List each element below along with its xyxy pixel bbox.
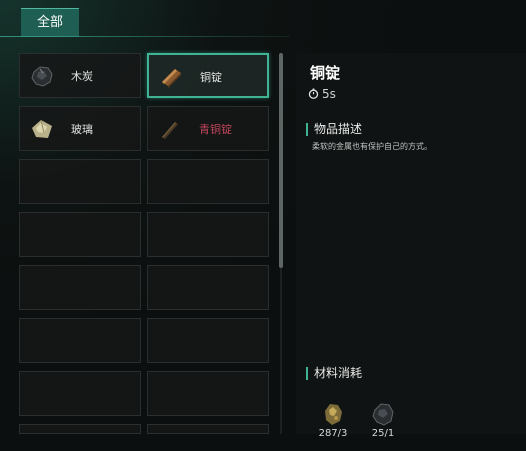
item-label-copper-ingot: 铜锭: [200, 71, 222, 84]
bronze-ingot-icon: [162, 122, 178, 139]
craft-time: 5s: [308, 87, 336, 101]
detail-title: 铜锭: [310, 64, 341, 82]
item-label-charcoal: 木炭: [71, 70, 93, 83]
copper-ingot-icon: [162, 69, 181, 88]
item-description: 柔软的金属也有保护自己的方式。: [312, 142, 432, 151]
copper-ore-icon: [325, 404, 342, 425]
empty-slot[interactable]: [147, 212, 269, 257]
empty-slot[interactable]: [147, 159, 269, 204]
empty-slot[interactable]: [19, 212, 141, 257]
glass-icon: [32, 119, 52, 138]
description-header: 物品描述: [306, 123, 362, 136]
empty-slot[interactable]: [19, 371, 141, 416]
empty-slot[interactable]: [19, 159, 141, 204]
item-label-glass: 玻璃: [71, 123, 93, 136]
materials-header: 材料消耗: [306, 367, 362, 380]
charcoal-icon: [372, 403, 394, 426]
material-copper-ore[interactable]: 287/3: [313, 401, 353, 451]
empty-slot[interactable]: [147, 318, 269, 363]
stopwatch-icon: [308, 88, 319, 99]
item-label-bronze-ingot: 青铜锭: [199, 123, 232, 136]
empty-slot[interactable]: [147, 265, 269, 310]
tab-divider: [0, 36, 290, 37]
craft-time-value: 5s: [322, 87, 336, 101]
charcoal-icon: [31, 66, 53, 87]
empty-slot[interactable]: [147, 371, 269, 416]
item-slot-charcoal[interactable]: 木炭: [19, 53, 141, 98]
empty-slot[interactable]: [19, 424, 141, 434]
grid-scrollbar-thumb[interactable]: [279, 53, 283, 268]
tab-all[interactable]: 全部: [21, 8, 79, 37]
empty-slot[interactable]: [147, 424, 269, 434]
item-slot-bronze-ingot[interactable]: 青铜锭: [147, 106, 269, 151]
empty-slot[interactable]: [19, 318, 141, 363]
material-charcoal[interactable]: 25/1: [363, 401, 403, 451]
item-slot-copper-ingot[interactable]: 铜锭: [147, 53, 269, 98]
empty-slot[interactable]: [19, 265, 141, 310]
item-slot-glass[interactable]: 玻璃: [19, 106, 141, 151]
